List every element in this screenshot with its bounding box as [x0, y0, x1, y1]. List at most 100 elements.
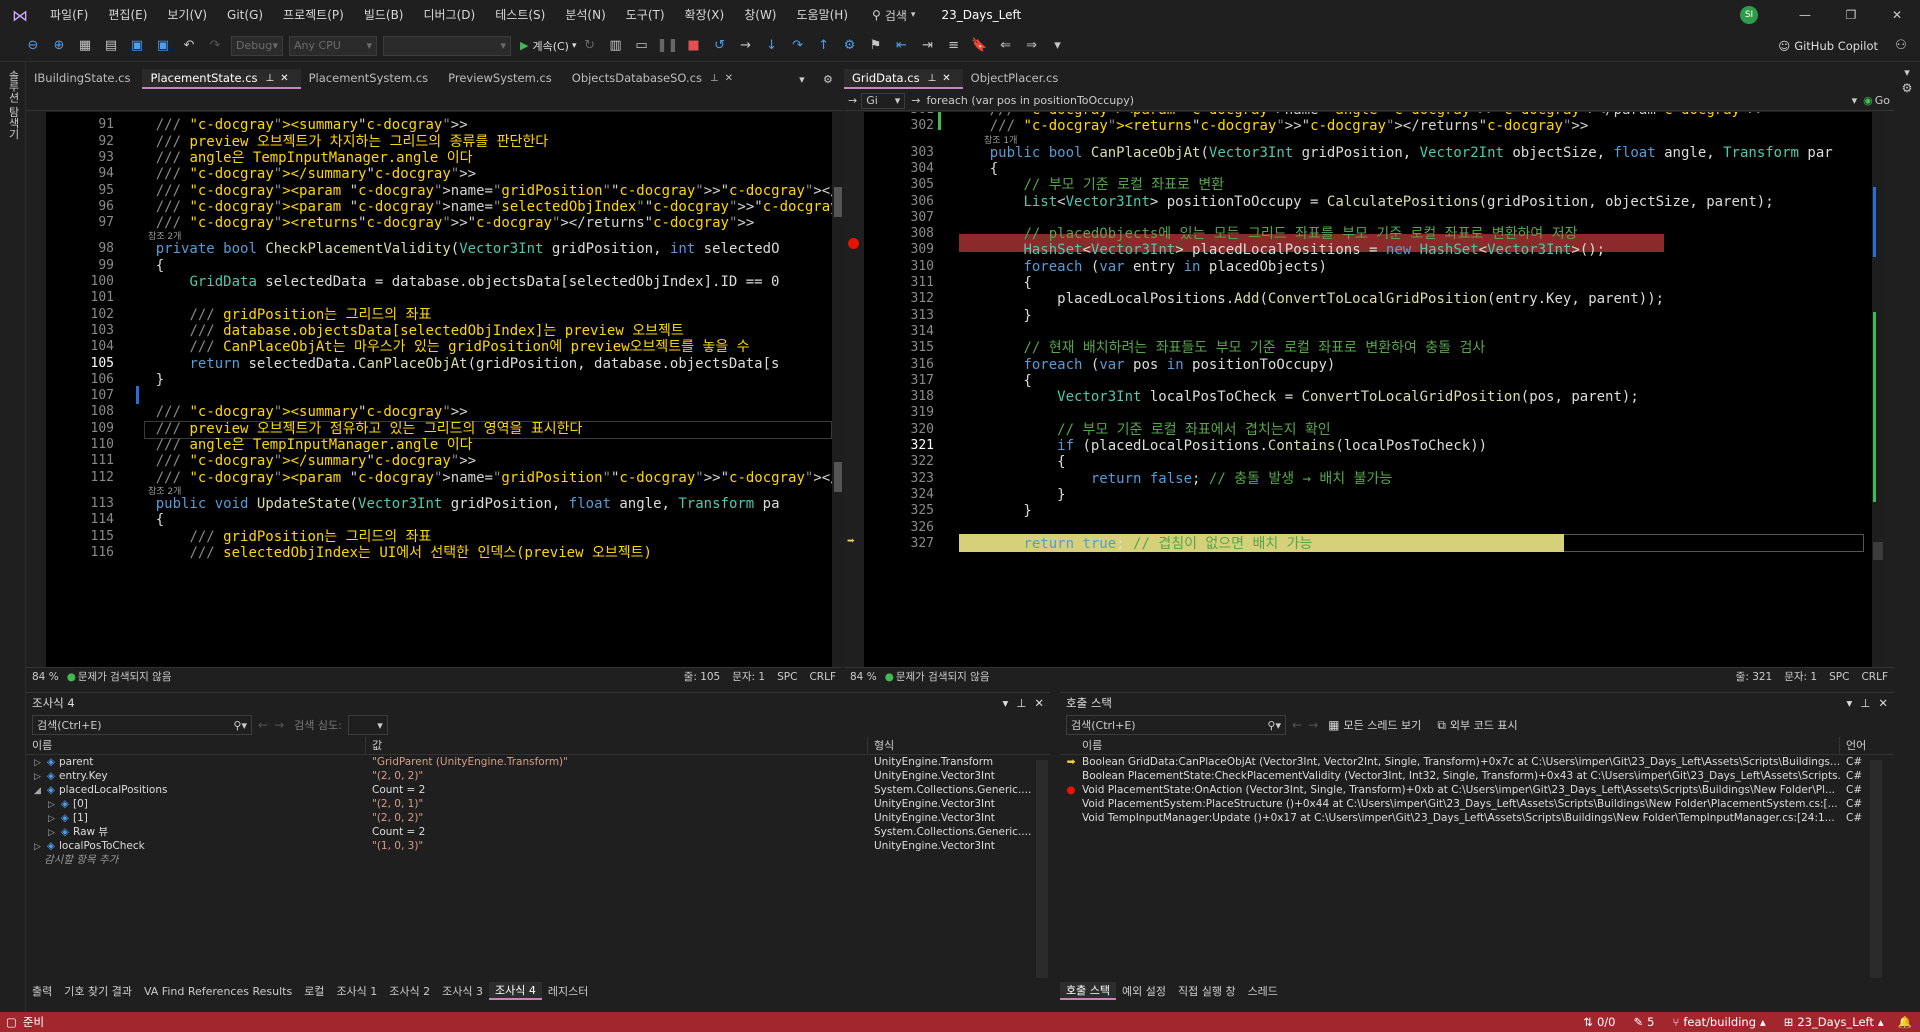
code-line[interactable]: // 부모 기준 로컬 좌표로 변환: [956, 176, 1224, 194]
avatar[interactable]: SI: [1740, 6, 1758, 24]
code-line[interactable]: placedLocalPositions.Add(ConvertToLocalG…: [956, 290, 1664, 308]
code-line[interactable]: // placedObjects에 있는 모든 그리드 좌표를 부모 기준 로컬…: [956, 225, 1577, 243]
breakpoint-settings-icon[interactable]: ⚑: [865, 35, 887, 57]
code-line[interactable]: {: [956, 453, 1065, 471]
callstack-row[interactable]: Boolean PlacementState:CheckPlacementVal…: [1060, 769, 1894, 783]
menu-item[interactable]: 테스트(S): [485, 0, 555, 30]
overflow-icon[interactable]: ▾: [1047, 35, 1069, 57]
issues-label[interactable]: 문제가 검색되지 않음: [896, 669, 990, 684]
close-icon[interactable]: ✕: [1874, 8, 1920, 22]
close-icon[interactable]: ✕: [1878, 696, 1888, 710]
expand-icon[interactable]: ▷: [48, 828, 55, 838]
bottom-tab[interactable]: VA Find References Results: [138, 985, 298, 998]
close-icon[interactable]: ✕: [725, 73, 733, 84]
col-name-header[interactable]: 이름: [26, 737, 366, 754]
code-line[interactable]: {: [122, 511, 164, 529]
col-type-header[interactable]: 형식: [868, 737, 1050, 754]
bottom-tab[interactable]: 조사식 4: [489, 982, 542, 1000]
menu-item[interactable]: 분석(N): [555, 0, 615, 30]
watch-value[interactable]: "(2, 0, 1)": [366, 797, 868, 811]
code-line[interactable]: HashSet<Vector3Int> placedLocalPositions…: [956, 241, 1605, 259]
code-line[interactable]: /// preview 오브젝트가 점유하고 있는 그리드의 영역을 표시한다: [122, 420, 583, 438]
code-line[interactable]: /// "c-docgray"></summary"c-docgray">>: [122, 165, 476, 183]
watch-row[interactable]: ▷ ◈ entry.Key "(2, 0, 2)" UnityEngine.Vector…: [26, 769, 1050, 783]
config-select[interactable]: Debug ▾: [231, 35, 283, 56]
watch-row[interactable]: ▷ ◈ localPosToCheck "(1, 0, 3)" UnityEngine.…: [26, 839, 1050, 853]
code-line[interactable]: /// selectedObjIndex는 UI에서 선택한 인덱스(previ…: [122, 544, 651, 562]
watch-row[interactable]: ▷ ◈ [1] "(2, 0, 2)" UnityEngine.Vector3Int: [26, 811, 1050, 825]
code-line[interactable]: /// gridPosition는 그리드의 좌표: [122, 306, 431, 324]
code-line[interactable]: return true; // 겹침이 없으면 배치 가능: [956, 535, 1312, 553]
solution-explorer-tab[interactable]: 솔루션 탐색기: [5, 70, 21, 140]
startup-select[interactable]: ▾: [383, 35, 511, 56]
code-line[interactable]: }: [956, 486, 1065, 504]
col-value-header[interactable]: 값: [366, 737, 868, 754]
spc-indicator[interactable]: SPC: [1829, 671, 1849, 683]
code-line[interactable]: /// "c-docgray"><returns"c-docgray">>"c-…: [956, 117, 1589, 135]
hot-reload-icon[interactable]: ↻: [579, 35, 601, 57]
expand-icon[interactable]: ▷: [48, 814, 55, 824]
code-line[interactable]: /// "c-docgray"><returns"c-docgray">>"c-…: [122, 214, 755, 232]
back-icon[interactable]: ←: [1292, 718, 1302, 732]
code-line[interactable]: // 부모 기준 로컬 좌표에서 겹치는지 확인: [956, 421, 1331, 439]
code-line[interactable]: private bool CheckPlacementValidity(Vect…: [122, 240, 780, 258]
editor-tab[interactable]: ObjectPlacer.cs: [963, 69, 1071, 89]
bottom-tab[interactable]: 조사식 1: [330, 983, 383, 999]
member-select[interactable]: foreach (var pos in positionToOccupy): [926, 94, 1851, 107]
expand-icon[interactable]: ▷: [34, 842, 41, 852]
watch-value[interactable]: "(1, 0, 3)": [366, 839, 868, 853]
code-line[interactable]: /// "c-docgray"><param "c-docgray">name=…: [122, 469, 832, 487]
code-line[interactable]: {: [122, 257, 164, 275]
pin-icon[interactable]: ⊥: [1860, 696, 1870, 710]
bookmark-prev-icon[interactable]: ⇐: [995, 35, 1017, 57]
bookmark-icon[interactable]: 🔖: [969, 35, 991, 57]
zoom-level[interactable]: 84 %: [850, 671, 877, 683]
right-code-editor[interactable]: ➡ 301 /// "c-docgray"><param "c-docgray"…: [844, 112, 1872, 667]
editor-tab[interactable]: PlacementState.cs ⊥ ✕: [142, 69, 301, 89]
code-line[interactable]: }: [122, 371, 164, 389]
callstack-row[interactable]: Void PlacementSystem:PlaceStructure ()+0…: [1060, 797, 1894, 811]
platform-select[interactable]: Any CPU ▾: [289, 35, 377, 56]
watch-row[interactable]: ▷ ◈ [0] "(2, 0, 1)" UnityEngine.Vector3Int: [26, 797, 1050, 811]
editor-tab[interactable]: PreviewSystem.cs: [440, 69, 564, 89]
spc-indicator[interactable]: SPC: [777, 671, 797, 683]
bookmark-next-icon[interactable]: ⇒: [1021, 35, 1043, 57]
pin-icon[interactable]: ⊥: [928, 73, 937, 84]
settings-icon[interactable]: ⚙: [1894, 81, 1920, 95]
menu-item[interactable]: 확장(X): [675, 0, 735, 30]
code-line[interactable]: {: [956, 274, 1031, 292]
code-line[interactable]: {: [956, 372, 1031, 390]
watch-value[interactable]: "(2, 0, 2)": [366, 811, 868, 825]
code-line[interactable]: GridData selectedData = database.objects…: [122, 273, 779, 291]
notification-icon[interactable]: 🔔: [1898, 1015, 1912, 1029]
breakpoint-icon[interactable]: [848, 238, 859, 249]
left-editor-scrollbar[interactable]: [832, 112, 844, 667]
code-line[interactable]: }: [956, 502, 1031, 520]
redo-icon[interactable]: ↷: [204, 35, 226, 57]
chevron-down-icon[interactable]: ▾: [1847, 696, 1853, 710]
forward-icon[interactable]: →: [1308, 718, 1318, 732]
watch-row[interactable]: ◢ ◈ placedLocalPositions Count = 2 System.Co…: [26, 783, 1050, 797]
search-depth-select[interactable]: ▾: [347, 715, 388, 735]
menu-item[interactable]: 디버그(D): [414, 0, 486, 30]
code-line[interactable]: /// angle은 TempInputManager.angle 이다: [122, 436, 473, 454]
menu-item[interactable]: 보기(V): [157, 0, 217, 30]
status-branch[interactable]: feat/building: [1683, 1015, 1756, 1029]
bottom-tab[interactable]: 로컬: [298, 983, 330, 999]
watch-value[interactable]: "(2, 0, 2)": [366, 769, 868, 783]
code-line[interactable]: /// database.objectsData[selectedObjInde…: [122, 322, 683, 340]
copilot-button[interactable]: ☺ GitHub Copilot: [1778, 39, 1878, 53]
watch-row[interactable]: ▷ ◈ parent "GridParent (UnityEngine.Transfo…: [26, 755, 1050, 769]
diag-icon[interactable]: ⚙: [839, 35, 861, 57]
chevron-down-icon[interactable]: ▾: [1852, 94, 1858, 107]
code-line[interactable]: /// preview 오브젝트가 차지하는 그리드의 종류를 판단한다: [122, 133, 548, 151]
watch-value[interactable]: Count = 2: [366, 783, 868, 797]
code-line[interactable]: Vector3Int localPosToCheck = ConvertToLo…: [956, 388, 1639, 406]
expand-icon[interactable]: ▷: [34, 758, 41, 768]
comment-icon[interactable]: ≡: [943, 35, 965, 57]
watch-value[interactable]: Count = 2: [366, 825, 868, 839]
issues-label[interactable]: 문제가 검색되지 않음: [78, 669, 172, 684]
close-icon[interactable]: ✕: [1034, 696, 1044, 710]
code-line[interactable]: {: [956, 160, 998, 178]
code-line[interactable]: return false; // 충돌 발생 → 배치 불가능: [956, 470, 1392, 488]
